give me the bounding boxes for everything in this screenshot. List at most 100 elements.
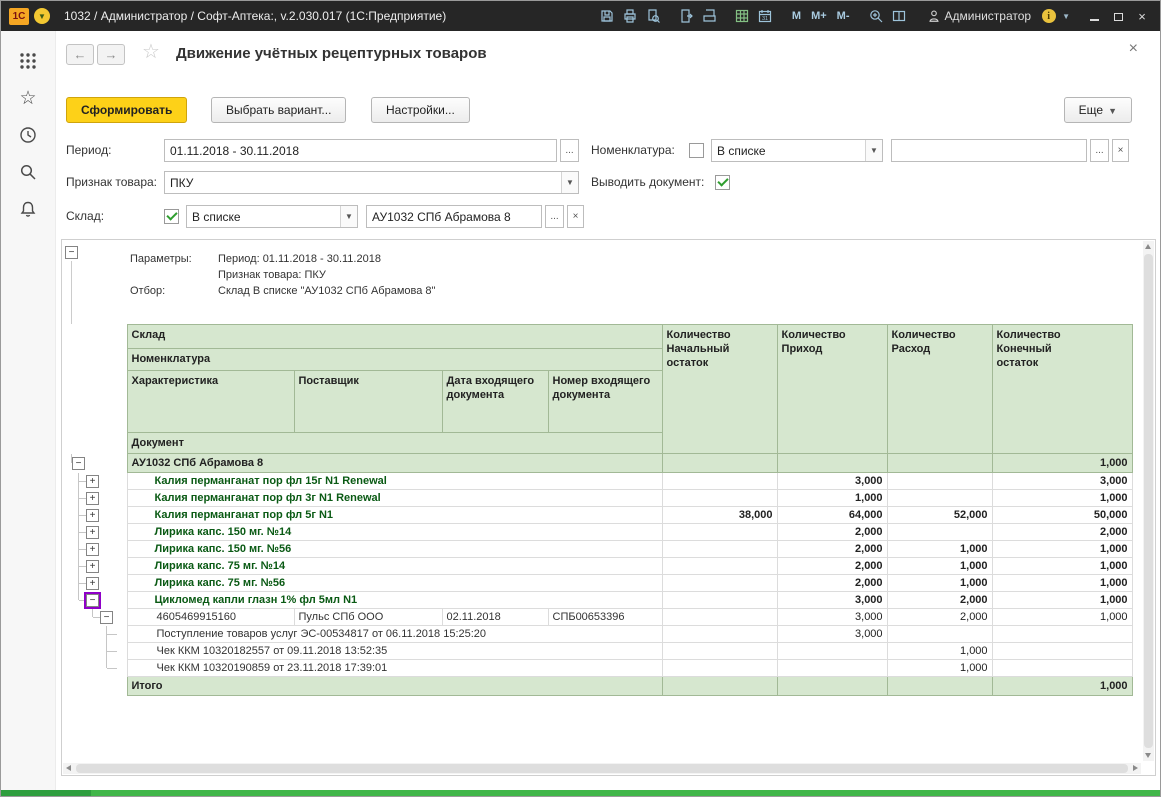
forward-button[interactable]: →	[97, 44, 125, 65]
product-attr-select[interactable]: ПКУ▼	[164, 171, 579, 194]
chevron-down-icon[interactable]: ▼	[340, 206, 357, 227]
nomenclature-value-input[interactable]	[891, 139, 1087, 162]
nomenclature-clear-button[interactable]: ×	[1112, 139, 1129, 162]
memory-m-button[interactable]: M	[789, 10, 804, 22]
column-header-supplier[interactable]: Поставщик	[294, 371, 442, 433]
qty-cell[interactable]	[662, 454, 777, 473]
warehouse-choose-button[interactable]: ...	[545, 205, 564, 228]
maximize-button[interactable]	[1108, 9, 1128, 24]
window-split-icon[interactable]	[890, 7, 909, 26]
column-header-qty-end[interactable]: Количество Конечный остаток	[992, 325, 1132, 454]
tools-menu-icon[interactable]	[16, 49, 40, 73]
supplier-cell[interactable]: Пульс СПб ООО	[294, 609, 442, 626]
expand-button[interactable]: +	[86, 526, 99, 539]
item-name-cell[interactable]: Лирика капс. 75 мг. №56	[127, 575, 662, 592]
vertical-scrollbar[interactable]	[1143, 241, 1154, 761]
settings-button[interactable]: Настройки...	[371, 97, 470, 123]
warehouse-clear-button[interactable]: ×	[567, 205, 584, 228]
notifications-icon[interactable]	[16, 197, 40, 221]
collapse-button[interactable]: −	[100, 611, 113, 624]
column-header-characteristic[interactable]: Характеристика	[127, 371, 294, 433]
memory-mplus-button[interactable]: M+	[808, 10, 830, 22]
column-header-qty-start[interactable]: Количество Начальный остаток	[662, 325, 777, 454]
column-header-warehouse[interactable]: Склад	[127, 325, 662, 349]
incoming-date-cell[interactable]: 02.11.2018	[442, 609, 548, 626]
report-row-item-expanded: − Цикломед капли глазн 1% фл 5мл N1 3,00…	[62, 592, 1132, 609]
search-icon[interactable]	[16, 160, 40, 184]
expand-button[interactable]: +	[86, 543, 99, 556]
more-button[interactable]: Еще▼	[1064, 97, 1132, 123]
print-preview-icon[interactable]	[644, 7, 663, 26]
expand-button[interactable]: +	[86, 475, 99, 488]
zoom-icon[interactable]	[867, 7, 886, 26]
user-button[interactable]: Администратор	[923, 9, 1036, 23]
item-name-cell[interactable]: Калия перманганат пор фл 5г N1	[127, 507, 662, 524]
favorite-star-icon[interactable]: ☆	[142, 39, 160, 64]
close-form-icon[interactable]: ×	[1129, 40, 1138, 58]
collapse-button-selected[interactable]: −	[86, 594, 99, 607]
document-cell[interactable]: Чек ККМ 10320182557 от 09.11.2018 13:52:…	[127, 643, 662, 660]
qty-cell[interactable]	[777, 454, 887, 473]
chevron-down-icon[interactable]: ▼	[561, 172, 578, 193]
close-button[interactable]: ×	[1132, 9, 1152, 24]
total-cell[interactable]: Итого	[127, 677, 662, 696]
item-name-cell[interactable]: Лирика капс. 150 мг. №56	[127, 541, 662, 558]
export-document-icon[interactable]	[677, 7, 696, 26]
column-header-incoming-date[interactable]: Дата входящего документа	[442, 371, 548, 433]
incoming-number-cell[interactable]: СПБ00653396	[548, 609, 662, 626]
characteristic-cell[interactable]: 4605469915160	[127, 609, 294, 626]
period-choose-button[interactable]: ...	[560, 139, 579, 162]
item-name-cell[interactable]: Цикломед капли глазн 1% фл 5мл N1	[127, 592, 662, 609]
collapse-report-button[interactable]: −	[65, 246, 78, 259]
nomenclature-checkbox[interactable]	[689, 143, 704, 158]
warehouse-group-cell[interactable]: АУ1032 СПб Абрамова 8	[127, 454, 662, 473]
vertical-scroll-thumb[interactable]	[1144, 254, 1153, 748]
nomenclature-choose-button[interactable]: ...	[1090, 139, 1109, 162]
nomenclature-mode-select[interactable]: В списке▼	[711, 139, 883, 162]
item-name-cell[interactable]: Лирика капс. 75 мг. №14	[127, 558, 662, 575]
expand-button[interactable]: +	[86, 577, 99, 590]
column-header-qty-out[interactable]: Количество Расход	[887, 325, 992, 454]
main-menu-button[interactable]: ▼	[34, 8, 50, 24]
chevron-down-icon[interactable]: ▼	[865, 140, 882, 161]
minimize-button[interactable]	[1084, 9, 1104, 24]
document-cell[interactable]: Чек ККМ 10320190859 от 23.11.2018 17:39:…	[127, 660, 662, 677]
choose-variant-button[interactable]: Выбрать вариант...	[211, 97, 346, 123]
scan-document-icon[interactable]	[700, 7, 719, 26]
horizontal-scrollbar[interactable]	[63, 763, 1141, 774]
item-name-cell[interactable]: Калия перманганат пор фл 15г N1 Renewal	[127, 473, 662, 490]
qty-cell[interactable]: 1,000	[992, 454, 1132, 473]
item-name-cell[interactable]: Калия перманганат пор фл 3г N1 Renewal	[127, 490, 662, 507]
item-name-cell[interactable]: Лирика капс. 150 мг. №14	[127, 524, 662, 541]
period-input[interactable]: 01.11.2018 - 30.11.2018	[164, 139, 557, 162]
show-document-checkbox[interactable]	[715, 175, 730, 190]
warehouse-mode-select[interactable]: В списке▼	[186, 205, 358, 228]
save-icon[interactable]	[598, 7, 617, 26]
info-button[interactable]: i	[1039, 7, 1058, 26]
expand-button[interactable]: +	[86, 492, 99, 505]
column-header-nomenclature[interactable]: Номенклатура	[127, 349, 662, 371]
horizontal-scroll-thumb[interactable]	[76, 764, 1128, 773]
collapse-button[interactable]: −	[72, 457, 85, 470]
generate-button[interactable]: Сформировать	[66, 97, 187, 123]
calculator-table-icon[interactable]	[733, 7, 752, 26]
chevron-down-icon[interactable]: ▼	[1062, 12, 1070, 21]
warehouse-checkbox[interactable]	[164, 209, 179, 224]
expand-button[interactable]: +	[86, 560, 99, 573]
calendar-icon[interactable]: 31	[756, 7, 775, 26]
info-icon: i	[1042, 9, 1056, 23]
back-button[interactable]: ←	[66, 44, 94, 65]
expand-button[interactable]: +	[86, 509, 99, 522]
column-header-document[interactable]: Документ	[127, 433, 662, 454]
column-header-qty-in[interactable]: Количество Приход	[777, 325, 887, 454]
warehouse-value-input[interactable]: АУ1032 СПб Абрамова 8	[366, 205, 542, 228]
qty-cell[interactable]	[887, 454, 992, 473]
page-title: Движение учётных рецептурных товаров	[176, 45, 487, 62]
column-header-incoming-number[interactable]: Номер входящего документа	[548, 371, 662, 433]
report-row-item: + Лирика капс. 150 мг. №56 2,000 1,000 1…	[62, 541, 1132, 558]
print-icon[interactable]	[621, 7, 640, 26]
memory-mminus-button[interactable]: M-	[834, 10, 853, 22]
document-cell[interactable]: Поступление товаров услуг ЭС-00534817 от…	[127, 626, 662, 643]
history-icon[interactable]	[16, 123, 40, 147]
favorites-icon[interactable]: ☆	[16, 86, 40, 110]
